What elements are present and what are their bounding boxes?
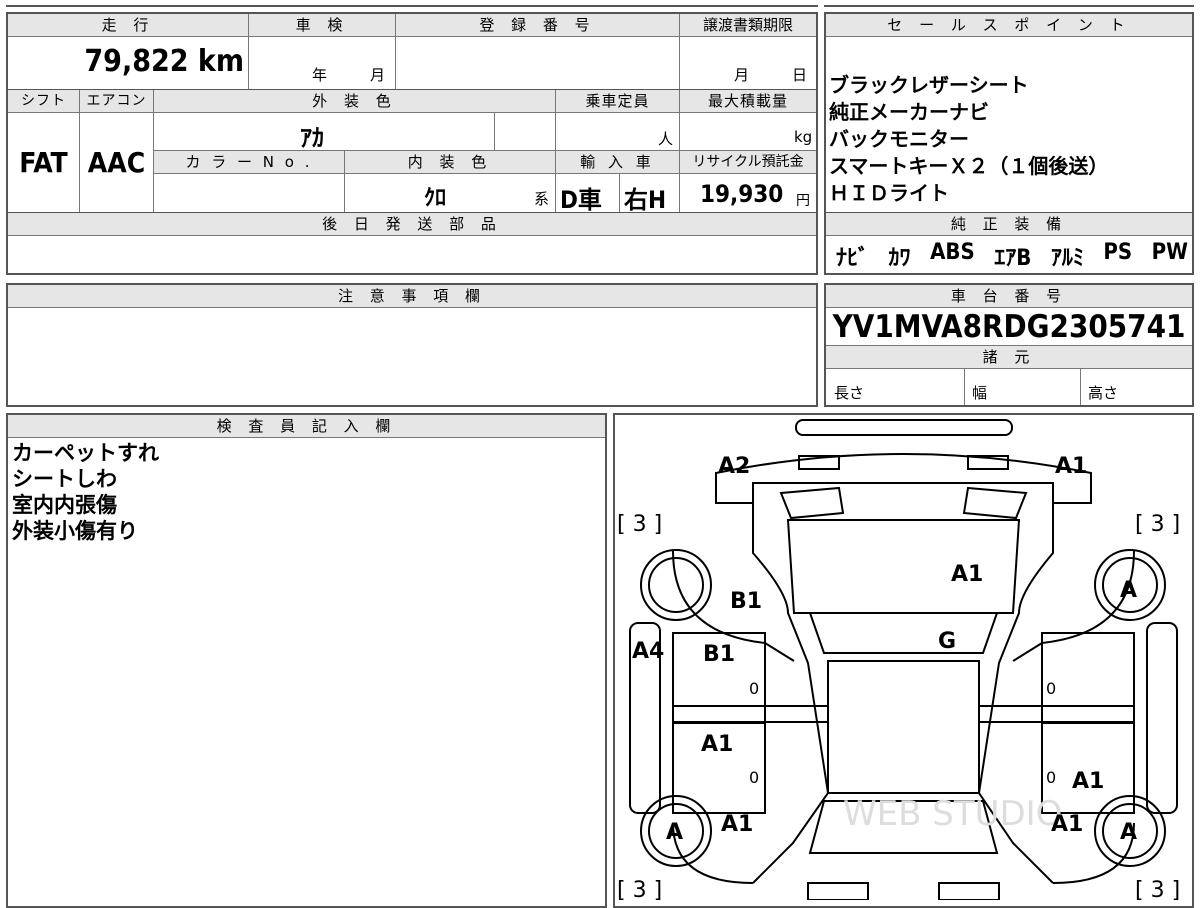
mileage-value: 79,822 km <box>84 44 244 79</box>
mark-rear-right: A1 <box>1072 769 1104 794</box>
capacity-unit: 人 <box>658 130 674 148</box>
spec-height: 高さ <box>1088 384 1119 402</box>
load-unit: kg <box>794 128 813 146</box>
mark-hood: A1 <box>951 562 983 587</box>
car-damage-diagram: WEB STUDIO A2 A1 [ 3 ] [ 3 ] A1 B1 A G A… <box>617 419 1180 900</box>
windshield-shape <box>808 612 999 654</box>
shaken-header: 車 検 <box>249 14 395 36</box>
rocker-right-shape <box>978 705 1135 723</box>
tire-front-left: [ 3 ] <box>617 512 662 537</box>
tire-rear-left: [ 3 ] <box>617 878 662 900</box>
rocker-left-shape <box>672 705 829 723</box>
later-parts-area <box>8 236 816 273</box>
inspector-note-1: カーペットすれ <box>12 441 159 465</box>
shift-header: シフト <box>8 90 79 112</box>
mark-pillar-left: A4 <box>632 639 664 664</box>
shaken-year-unit: 年 <box>312 66 328 84</box>
mark-door-rear-left: A1 <box>701 732 733 757</box>
recycle-unit: 円 <box>796 193 810 209</box>
exterior-color-value: ｱｶ <box>300 124 324 152</box>
shaken-month-unit: 月 <box>370 66 386 84</box>
tire-rear-right: [ 3 ] <box>1135 878 1180 900</box>
mileage-header: 走 行 <box>8 14 248 36</box>
equipment-header: 純 正 装 備 <box>826 213 1192 235</box>
zero-rear-left: 0 <box>749 768 759 787</box>
grille-left-shape <box>779 486 845 520</box>
hood-shape <box>786 519 1021 614</box>
sales-point-1: ブラックレザーシート <box>829 73 1029 97</box>
shift-value: FAT <box>19 146 68 179</box>
mark-wheel-front-right: A <box>1120 578 1137 603</box>
max-load-header: 最大積載量 <box>680 90 816 112</box>
rear-bumper-left-shape <box>807 882 869 900</box>
registration-number-header: 登 録 番 号 <box>396 14 679 36</box>
sales-point-2: 純正メーカーナビ <box>829 100 989 124</box>
spec-width: 幅 <box>972 384 988 402</box>
zero-front-right: 0 <box>1046 679 1056 698</box>
pillar-right-shape <box>1146 622 1178 814</box>
sales-points-list: ブラックレザーシート 純正メーカーナビ バックモニター スマートキーＸ２（１個後… <box>829 72 1108 207</box>
chassis-header: 車 台 番 号 <box>826 285 1192 307</box>
vin-value: YV1MVA8RDG2305741 <box>832 309 1186 345</box>
inspector-header: 検 査 員 記 入 欄 <box>8 415 605 437</box>
door-front-right-shape <box>1041 632 1135 724</box>
sales-points-header: セ ー ル ス ポ イ ン ト <box>826 14 1192 36</box>
roof-shape <box>827 660 980 794</box>
equipment-navi: ﾅﾋﾞ <box>836 246 870 271</box>
transfer-deadline-header: 譲渡書類期限 <box>680 14 816 36</box>
equipment-ps: PS <box>1103 240 1133 265</box>
recycle-deposit-header: リサイクル預託金 <box>680 151 816 173</box>
equipment-list: ﾅﾋﾞ ｶﾜ ABS ｴｱB ｱﾙﾐ PS PW <box>836 240 1188 272</box>
aircon-value: AAC <box>87 146 146 179</box>
watermark: WEB STUDIO <box>843 794 1062 834</box>
later-parts-header: 後 日 発 送 部 品 <box>8 213 816 235</box>
recycle-deposit-value: 19,930 <box>700 180 784 208</box>
specs-header: 諸 元 <box>826 346 1192 368</box>
mark-quarter-right: A1 <box>1051 812 1083 837</box>
mark-quarter-left: A1 <box>721 812 753 837</box>
interior-color-value: ｸﾛ <box>424 186 447 211</box>
import-drive-value: D車 <box>560 186 602 214</box>
tire-front-right: [ 3 ] <box>1135 512 1180 537</box>
mark-wheel-rear-left: A <box>666 820 683 845</box>
equipment-airbag: ｴｱB <box>994 246 1032 271</box>
import-handle-value: 右H <box>624 186 667 214</box>
mark-wheel-rear-right: A <box>1120 820 1137 845</box>
inspector-notes: カーペットすれ シートしわ 室内内張傷 外装小傷有り <box>12 440 159 544</box>
capacity-header: 乗車定員 <box>556 90 679 112</box>
color-number-header: カ ラ ー N o . <box>154 151 344 173</box>
deadline-day-unit: 日 <box>792 66 808 84</box>
inspector-note-3: 室内内張傷 <box>12 493 117 517</box>
sales-point-5: ＨＩＤライト <box>829 181 949 205</box>
inspector-note-4: 外装小傷有り <box>12 519 138 543</box>
interior-color-header: 内 装 色 <box>345 151 555 173</box>
equipment-pw: PW <box>1151 240 1188 265</box>
sales-point-4: スマートキーＸ２（１個後送） <box>829 154 1109 178</box>
interior-color-suffix: 系 <box>534 190 550 208</box>
wheel-front-left-shape <box>640 549 712 621</box>
inspector-note-2: シートしわ <box>12 467 117 491</box>
import-header: 輸 入 車 <box>556 151 679 173</box>
mark-front-right: A1 <box>1055 454 1087 479</box>
exterior-color-header: 外 装 色 <box>154 90 555 112</box>
sales-point-3: バックモニター <box>829 127 969 151</box>
aircon-header: エアコン <box>80 90 153 112</box>
grille-right-shape <box>962 486 1028 520</box>
equipment-abs: ABS <box>930 240 975 265</box>
mark-front-left: A2 <box>718 454 750 479</box>
zero-front-left: 0 <box>749 679 759 698</box>
deadline-month-unit: 月 <box>734 66 750 84</box>
equipment-leather: ｶﾜ <box>888 246 911 271</box>
front-panel-shape <box>715 453 1092 504</box>
equipment-alloy: ｱﾙﾐ <box>1050 246 1084 271</box>
mark-door-front-left: B1 <box>703 642 735 667</box>
mark-fender-left: B1 <box>730 589 762 614</box>
front-bumper-shape <box>795 419 1013 436</box>
spec-length: 長さ <box>834 384 865 402</box>
mark-windshield: G <box>938 629 956 654</box>
rear-bumper-right-shape <box>938 882 1000 900</box>
notes-header: 注 意 事 項 欄 <box>8 285 816 307</box>
zero-rear-right: 0 <box>1046 768 1056 787</box>
